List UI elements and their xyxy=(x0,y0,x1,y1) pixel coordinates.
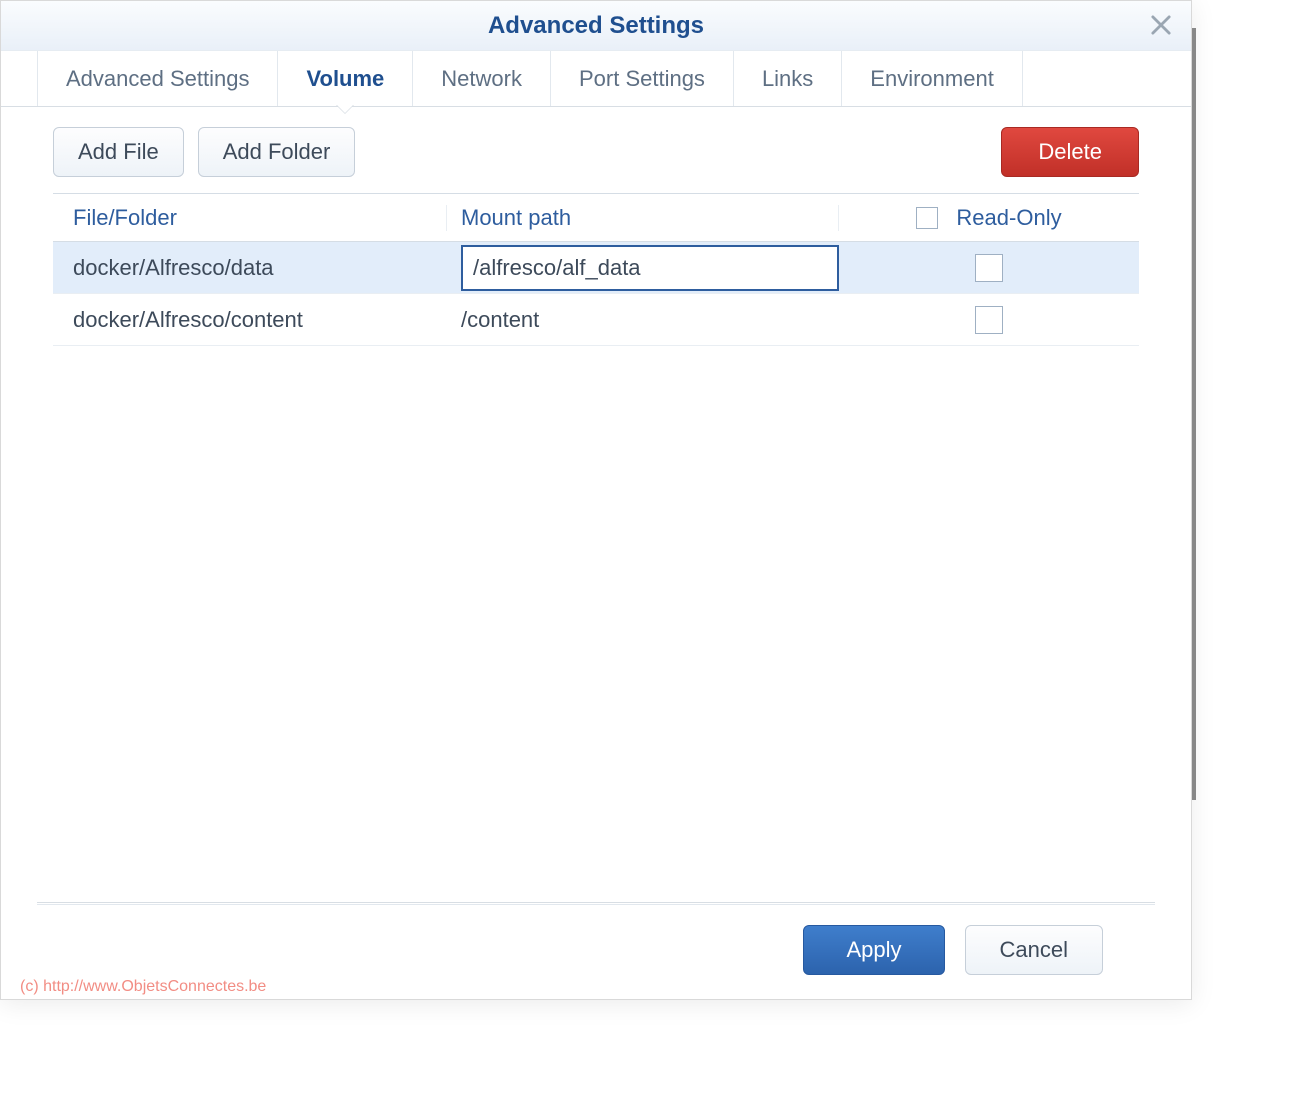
table-header-row: File/Folder Mount path Read-Only xyxy=(53,194,1139,242)
right-edge-scrollbar[interactable] xyxy=(1192,28,1196,800)
header-read-only-checkbox[interactable] xyxy=(916,207,938,229)
tab-network[interactable]: Network xyxy=(412,51,550,106)
mount-path-input[interactable] xyxy=(461,245,839,291)
apply-button[interactable]: Apply xyxy=(803,925,944,975)
header-read-only-label: Read-Only xyxy=(956,205,1061,231)
table-row[interactable]: docker/Alfresco/content /content xyxy=(53,294,1139,346)
add-folder-button[interactable]: Add Folder xyxy=(198,127,356,177)
header-read-only: Read-Only xyxy=(839,205,1139,231)
cell-file-folder: docker/Alfresco/data xyxy=(53,255,447,281)
tab-links[interactable]: Links xyxy=(733,51,841,106)
dialog-title: Advanced Settings xyxy=(488,12,704,40)
close-icon[interactable] xyxy=(1147,11,1175,39)
dialog-header: Advanced Settings xyxy=(1,1,1191,51)
cell-mount-path xyxy=(447,245,839,291)
volume-table: File/Folder Mount path Read-Only docker/… xyxy=(53,193,1139,346)
delete-button[interactable]: Delete xyxy=(1001,127,1139,177)
cell-read-only xyxy=(839,306,1139,334)
footer-divider xyxy=(37,902,1155,903)
cell-mount-path: /content xyxy=(447,307,839,333)
add-file-button[interactable]: Add File xyxy=(53,127,184,177)
advanced-settings-dialog: Advanced Settings Advanced Settings Volu… xyxy=(0,0,1192,1000)
cell-file-folder: docker/Alfresco/content xyxy=(53,307,447,333)
tab-environment[interactable]: Environment xyxy=(841,51,1023,106)
cancel-button[interactable]: Cancel xyxy=(965,925,1103,975)
watermark-text: (c) http://www.ObjetsConnectes.be xyxy=(20,978,266,996)
toolbar: Add File Add Folder Delete xyxy=(1,107,1191,187)
header-file-folder[interactable]: File/Folder xyxy=(53,205,447,231)
read-only-checkbox[interactable] xyxy=(975,254,1003,282)
cell-read-only xyxy=(839,254,1139,282)
header-mount-path[interactable]: Mount path xyxy=(447,205,839,231)
tab-advanced-settings[interactable]: Advanced Settings xyxy=(37,51,277,106)
read-only-checkbox[interactable] xyxy=(975,306,1003,334)
table-row[interactable]: docker/Alfresco/data xyxy=(53,242,1139,294)
tab-port-settings[interactable]: Port Settings xyxy=(550,51,733,106)
tab-volume[interactable]: Volume xyxy=(277,51,412,106)
tabs-bar: Advanced Settings Volume Network Port Se… xyxy=(1,51,1191,107)
